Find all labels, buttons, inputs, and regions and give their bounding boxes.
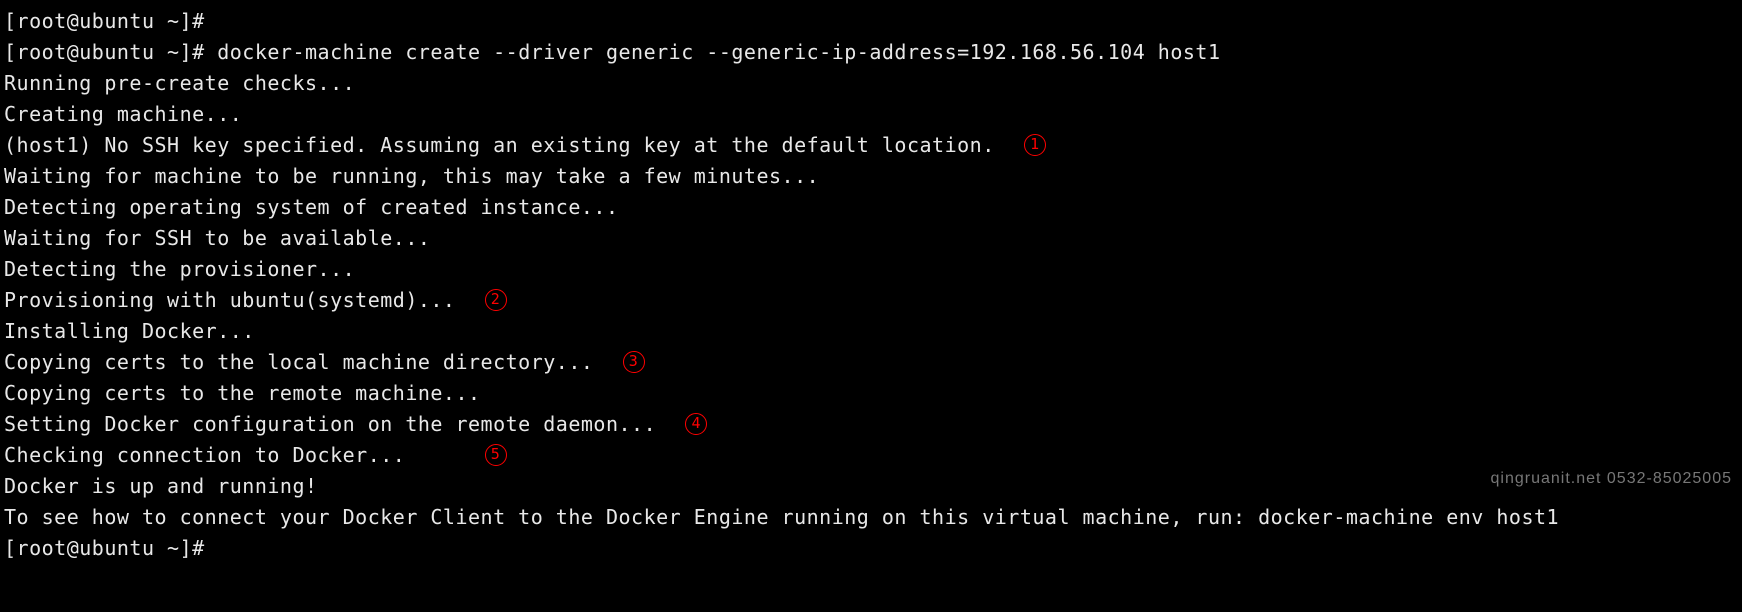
annotation-circle-1: 1 xyxy=(1024,134,1046,156)
command-line: [root@ubuntu ~]# docker-machine create -… xyxy=(4,37,1738,68)
output-line: Running pre-create checks... xyxy=(4,68,1738,99)
watermark-text: qingruanit.net 0532-85025005 xyxy=(1490,467,1732,492)
output-line: Copying certs to the remote machine... xyxy=(4,378,1738,409)
output-text: Setting Docker configuration on the remo… xyxy=(4,412,681,436)
output-line: Setting Docker configuration on the remo… xyxy=(4,409,1738,440)
prompt-line: [root@ubuntu ~]# xyxy=(4,6,1738,37)
shell-prompt: [root@ubuntu ~]# xyxy=(4,9,217,33)
output-text: Copying certs to the local machine direc… xyxy=(4,350,619,374)
output-line: Copying certs to the local machine direc… xyxy=(4,347,1738,378)
output-line: Waiting for machine to be running, this … xyxy=(4,161,1738,192)
prompt-line: [root@ubuntu ~]# xyxy=(4,533,1738,564)
output-line: Installing Docker... xyxy=(4,316,1738,347)
output-line: (host1) No SSH key specified. Assuming a… xyxy=(4,130,1738,161)
output-line: Waiting for SSH to be available... xyxy=(4,223,1738,254)
terminal-output[interactable]: [root@ubuntu ~]# [root@ubuntu ~]# docker… xyxy=(4,6,1738,564)
command-text: docker-machine create --driver generic -… xyxy=(217,40,1220,64)
output-text: (host1) No SSH key specified. Assuming a… xyxy=(4,133,1020,157)
annotation-circle-3: 3 xyxy=(623,351,645,373)
output-line: Docker is up and running! xyxy=(4,471,1738,502)
output-line: Detecting the provisioner... xyxy=(4,254,1738,285)
output-text: Provisioning with ubuntu(systemd)... xyxy=(4,288,481,312)
annotation-circle-5: 5 xyxy=(485,444,507,466)
shell-prompt: [root@ubuntu ~]# xyxy=(4,40,217,64)
output-line: To see how to connect your Docker Client… xyxy=(4,502,1738,533)
output-line: Checking connection to Docker... 5 xyxy=(4,440,1738,471)
output-line: Detecting operating system of created in… xyxy=(4,192,1738,223)
annotation-circle-4: 4 xyxy=(685,413,707,435)
shell-prompt: [root@ubuntu ~]# xyxy=(4,536,217,560)
output-line: Provisioning with ubuntu(systemd)... 2 xyxy=(4,285,1738,316)
output-line: Creating machine... xyxy=(4,99,1738,130)
output-text: Checking connection to Docker... xyxy=(4,443,481,467)
annotation-circle-2: 2 xyxy=(485,289,507,311)
